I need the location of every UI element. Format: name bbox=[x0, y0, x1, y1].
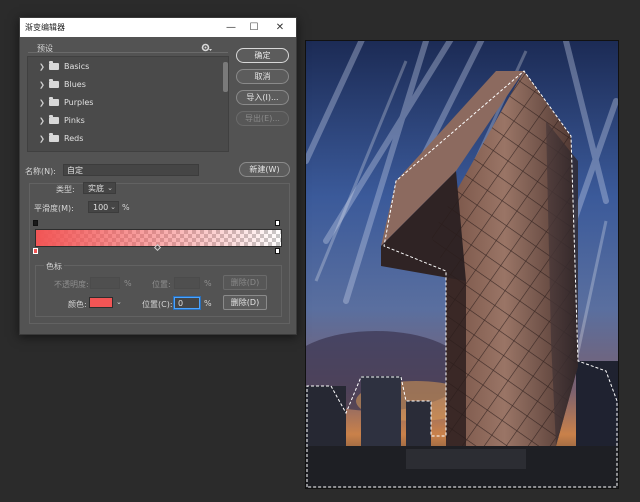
gradient-editor-dialog: 渐变编辑器 — ☐ ✕ 预设 ❯ Basics ❯ Blues ❯ Purple… bbox=[19, 17, 297, 335]
document-canvas[interactable] bbox=[305, 40, 619, 489]
building-photo bbox=[306, 41, 618, 488]
chevron-right-icon[interactable]: ❯ bbox=[39, 99, 45, 107]
smoothness-value: 100 bbox=[93, 203, 109, 212]
type-label: 类型: bbox=[56, 185, 75, 194]
cancel-button[interactable]: 取消 bbox=[236, 69, 289, 84]
smoothness-dropdown[interactable]: 100 ⌄ bbox=[88, 201, 119, 213]
location-field[interactable]: 0 bbox=[174, 297, 200, 309]
name-label: 名称(N): bbox=[25, 167, 56, 176]
preset-folder-pinks[interactable]: ❯ Pinks bbox=[28, 113, 216, 130]
presets-list[interactable]: ❯ Basics ❯ Blues ❯ Purples ❯ Pinks ❯ Red… bbox=[27, 56, 229, 152]
opacity-location-label: 位置: bbox=[152, 280, 171, 289]
presets-divider bbox=[28, 52, 228, 53]
folder-icon bbox=[49, 115, 59, 124]
minimize-button[interactable]: — bbox=[220, 20, 242, 35]
preset-folder-blues[interactable]: ❯ Blues bbox=[28, 77, 216, 94]
maximize-button[interactable]: ☐ bbox=[243, 20, 265, 35]
opacity-stop-left[interactable] bbox=[33, 220, 38, 226]
import-button[interactable]: 导入(I)... bbox=[236, 90, 289, 105]
color-stop-left[interactable] bbox=[33, 248, 38, 254]
folder-icon bbox=[49, 133, 59, 142]
opacity-stop-right[interactable] bbox=[275, 220, 280, 226]
type-value: 实底 bbox=[88, 184, 104, 193]
chevron-down-icon: ⌄ bbox=[107, 184, 113, 192]
new-button[interactable]: 新建(W) bbox=[239, 162, 290, 177]
color-stop-right[interactable] bbox=[275, 248, 280, 254]
folder-icon bbox=[49, 97, 59, 106]
chevron-right-icon[interactable]: ❯ bbox=[39, 135, 45, 143]
preset-folder-purples[interactable]: ❯ Purples bbox=[28, 95, 216, 112]
chevron-right-icon[interactable]: ❯ bbox=[39, 117, 45, 125]
folder-icon bbox=[49, 79, 59, 88]
name-field[interactable]: 自定 bbox=[63, 164, 199, 176]
opacity-unit: % bbox=[124, 279, 132, 288]
preset-folder-label: Purples bbox=[64, 98, 94, 107]
presets-scrollbar[interactable] bbox=[223, 62, 228, 92]
preset-folder-label: Pinks bbox=[64, 116, 85, 125]
preset-folder-basics[interactable]: ❯ Basics bbox=[28, 59, 216, 76]
location-unit: % bbox=[204, 299, 212, 308]
preset-folder-label: Basics bbox=[64, 62, 90, 71]
folder-icon bbox=[49, 61, 59, 70]
color-stops-label: 色标 bbox=[44, 261, 64, 272]
location-label: 位置(C): bbox=[142, 300, 173, 309]
opacity-location-field bbox=[174, 277, 200, 289]
ok-button[interactable]: 确定 bbox=[236, 48, 289, 63]
type-dropdown[interactable]: 实底 ⌄ bbox=[83, 182, 116, 194]
opacity-delete-button: 删除(D) bbox=[223, 275, 267, 290]
opacity-label: 不透明度: bbox=[54, 280, 89, 289]
preset-folder-reds[interactable]: ❯ Reds bbox=[28, 131, 216, 148]
smoothness-unit: % bbox=[122, 203, 130, 212]
chevron-right-icon[interactable]: ❯ bbox=[39, 63, 45, 71]
close-button[interactable]: ✕ bbox=[269, 20, 291, 35]
preset-folder-label: Reds bbox=[64, 134, 84, 143]
color-swatch[interactable] bbox=[89, 297, 113, 308]
opacity-field bbox=[90, 277, 120, 289]
chevron-down-icon[interactable]: ⌄ bbox=[116, 298, 122, 306]
preset-folder-label: Blues bbox=[64, 80, 86, 89]
dialog-title: 渐变编辑器 bbox=[25, 23, 65, 32]
title-bar[interactable]: 渐变编辑器 — ☐ ✕ bbox=[20, 18, 296, 37]
opacity-location-unit: % bbox=[204, 279, 212, 288]
color-delete-button[interactable]: 删除(D) bbox=[223, 295, 267, 310]
smoothness-label: 平滑度(M): bbox=[34, 204, 74, 213]
export-button[interactable]: 导出(E)... bbox=[236, 111, 289, 126]
chevron-down-icon: ⌄ bbox=[110, 203, 116, 211]
chevron-right-icon[interactable]: ❯ bbox=[39, 81, 45, 89]
color-label: 颜色: bbox=[68, 300, 87, 309]
